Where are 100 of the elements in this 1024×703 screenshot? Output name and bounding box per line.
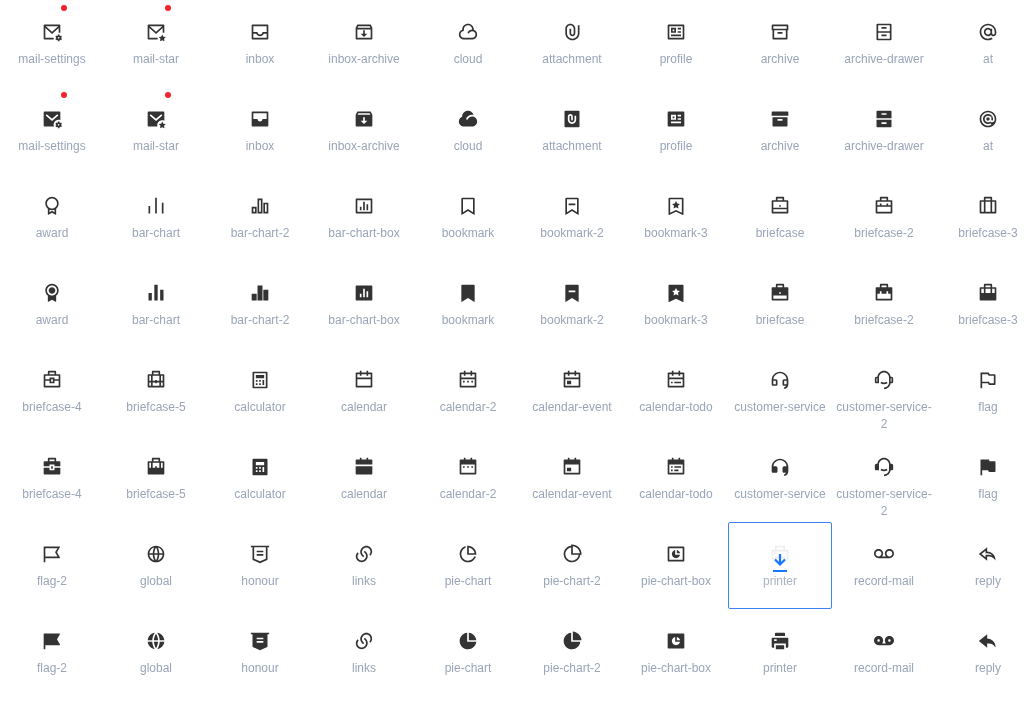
icon-tile[interactable]: briefcase-3 [936, 261, 1024, 348]
icon-tile[interactable]: award [0, 261, 104, 348]
icon-tile[interactable]: customer-service [728, 348, 832, 435]
icon-tile[interactable]: flag [936, 348, 1024, 435]
icon-tile[interactable]: briefcase [728, 174, 832, 261]
icon-tile[interactable]: calendar [312, 435, 416, 522]
icon-tile[interactable]: pie-chart-2 [520, 609, 624, 696]
icon-tile[interactable]: reply [936, 609, 1024, 696]
icon-tile[interactable]: mail-star [104, 87, 208, 174]
calendar-icon [562, 457, 582, 477]
icon-tile[interactable]: mail-star [104, 0, 208, 87]
icon-tile[interactable]: profile [624, 0, 728, 87]
icon-tile[interactable]: bookmark [416, 174, 520, 261]
briefcase-icon [770, 283, 790, 303]
icon-tile[interactable]: at [936, 0, 1024, 87]
icon-tile[interactable]: award [0, 174, 104, 261]
calendar-icon [354, 370, 374, 390]
icon-tile[interactable]: customer-service-2 [832, 435, 936, 522]
icon-tile[interactable]: calendar-todo [624, 348, 728, 435]
icon-tile[interactable]: customer-service-2 [832, 348, 936, 435]
icon-tile[interactable]: calculator [208, 348, 312, 435]
icon-tile[interactable]: printer [728, 609, 832, 696]
tray-icon [250, 109, 270, 129]
icon-tile[interactable]: flag [936, 435, 1024, 522]
icon-tile[interactable]: pie-chart-box [624, 522, 728, 609]
icon-tile[interactable]: links [312, 522, 416, 609]
icon-tile[interactable]: bookmark [416, 261, 520, 348]
icon-tile[interactable]: flag-2 [0, 609, 104, 696]
icon-label: briefcase-5 [126, 486, 186, 503]
icon-tile[interactable]: calendar-event [520, 348, 624, 435]
icon-tile[interactable]: inbox-archive [312, 0, 416, 87]
icon-label: calendar-event [532, 486, 612, 503]
icon-tile[interactable]: briefcase-5 [104, 435, 208, 522]
bookmark-icon [458, 283, 478, 303]
icon-tile[interactable]: bar-chart [104, 261, 208, 348]
icon-tile[interactable]: pie-chart-box [624, 609, 728, 696]
icon-tile[interactable]: record-mail [832, 609, 936, 696]
download-icon [770, 553, 790, 573]
icon-tile[interactable]: links [312, 609, 416, 696]
icon-tile[interactable]: bar-chart-2 [208, 261, 312, 348]
icon-tile[interactable]: flag-2 [0, 522, 104, 609]
icon-tile[interactable]: bar-chart-box [312, 174, 416, 261]
icon-tile[interactable]: cloud [416, 0, 520, 87]
icon-tile[interactable]: bar-chart-box [312, 261, 416, 348]
cloud-icon [458, 22, 478, 42]
icon-tile[interactable]: honour [208, 609, 312, 696]
icon-tile[interactable]: archive [728, 87, 832, 174]
icon-tile[interactable]: attachment [520, 0, 624, 87]
icon-tile[interactable]: briefcase [728, 261, 832, 348]
icon-tile[interactable]: bookmark-2 [520, 261, 624, 348]
link-icon [354, 631, 374, 651]
icon-tile[interactable]: inbox-archive [312, 87, 416, 174]
icon-tile[interactable]: briefcase-4 [0, 435, 104, 522]
icon-tile[interactable]: briefcase-2 [832, 261, 936, 348]
icon-tile[interactable]: calendar-event [520, 435, 624, 522]
icon-tile[interactable]: briefcase-4 [0, 348, 104, 435]
bookmark-star-icon [666, 283, 686, 303]
icon-tile[interactable]: briefcase-3 [936, 174, 1024, 261]
icon-tile[interactable]: cloud [416, 87, 520, 174]
badge-icon [250, 631, 270, 651]
icon-tile[interactable]: calculator [208, 435, 312, 522]
icon-tile[interactable]: honour [208, 522, 312, 609]
icon-label: bar-chart-box [328, 225, 400, 242]
icon-tile[interactable]: attachment [520, 87, 624, 174]
icon-tile[interactable]: reply [936, 522, 1024, 609]
icon-tile[interactable]: customer-service [728, 435, 832, 522]
briefcase-icon [874, 283, 894, 303]
icon-tile[interactable]: inbox [208, 0, 312, 87]
medal-icon [42, 283, 62, 303]
icon-tile[interactable]: global [104, 522, 208, 609]
icon-tile[interactable]: inbox [208, 87, 312, 174]
icon-tile[interactable]: calendar [312, 348, 416, 435]
icon-tile[interactable]: pie-chart [416, 609, 520, 696]
icon-tile[interactable]: calendar-2 [416, 435, 520, 522]
icon-tile[interactable]: archive-drawer [832, 87, 936, 174]
icon-tile[interactable]: global [104, 609, 208, 696]
icon-tile[interactable]: briefcase-2 [832, 174, 936, 261]
icon-tile[interactable]: archive [728, 0, 832, 87]
icon-tile[interactable]: briefcase-5 [104, 348, 208, 435]
icon-tile[interactable]: mail-settings [0, 87, 104, 174]
icon-tile[interactable]: pie-chart [416, 522, 520, 609]
icon-tile[interactable]: bar-chart [104, 174, 208, 261]
icon-tile[interactable]: record-mail [832, 522, 936, 609]
icon-tile[interactable]: calendar-todo [624, 435, 728, 522]
icon-tile[interactable]: bookmark-3 [624, 261, 728, 348]
icon-tile[interactable]: calendar-2 [416, 348, 520, 435]
icon-label: calendar [341, 486, 387, 503]
icon-tile[interactable]: profile [624, 87, 728, 174]
icon-tile[interactable]: archive-drawer [832, 0, 936, 87]
icon-tile[interactable]: mail-settings [0, 0, 104, 87]
tray-icon [250, 22, 270, 42]
icon-label: briefcase-4 [22, 486, 82, 503]
icon-tile[interactable]: bookmark-3 [624, 174, 728, 261]
briefcase-icon [146, 457, 166, 477]
icon-tile[interactable]: pie-chart-2 [520, 522, 624, 609]
selected-icon-tile[interactable]: printer [728, 522, 832, 609]
icon-tile[interactable]: at [936, 87, 1024, 174]
icon-tile[interactable]: bar-chart-2 [208, 174, 312, 261]
icon-label: bookmark [441, 312, 495, 329]
icon-tile[interactable]: bookmark-2 [520, 174, 624, 261]
